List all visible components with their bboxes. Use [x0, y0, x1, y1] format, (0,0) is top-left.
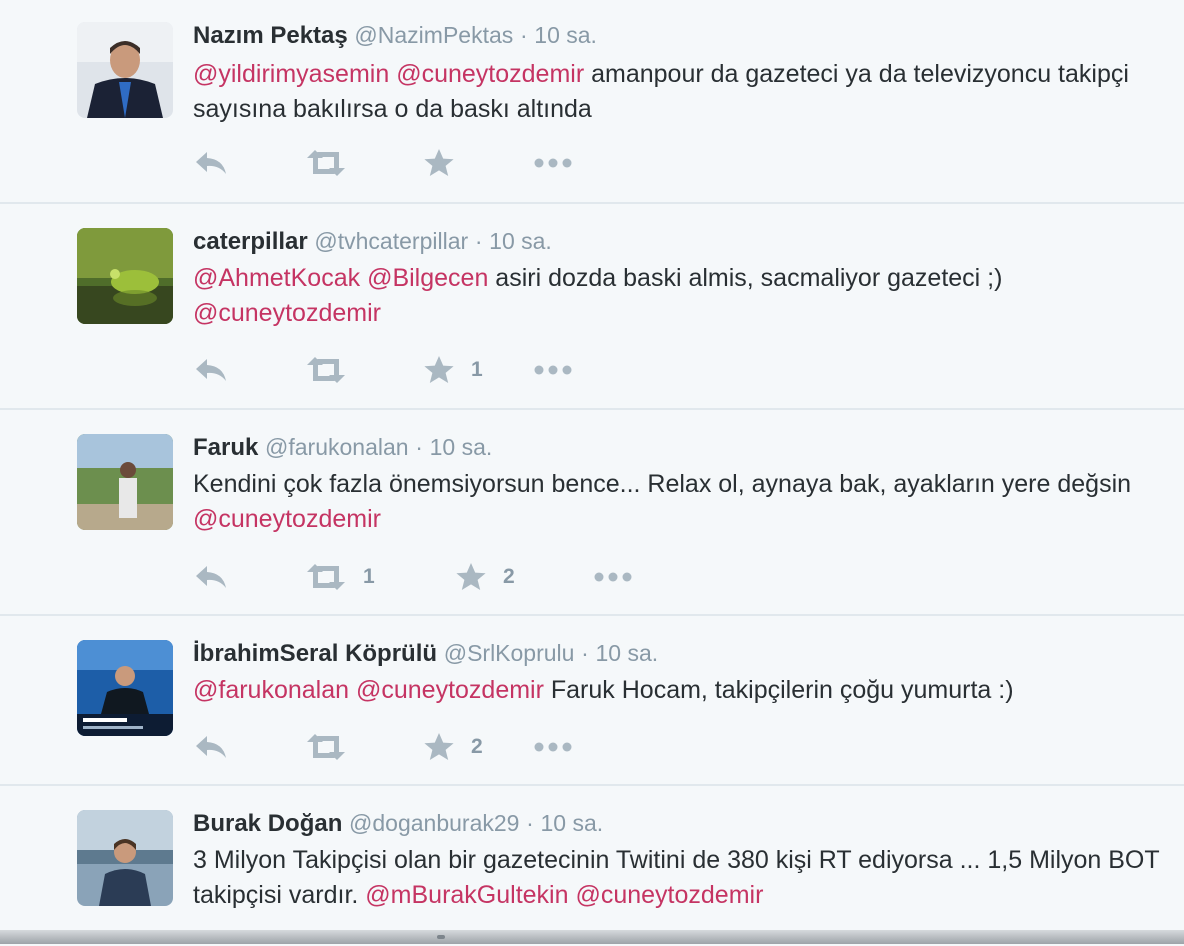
- reply-button[interactable]: [193, 729, 229, 765]
- author-handle[interactable]: @tvhcaterpillar: [314, 228, 468, 254]
- reply-icon: [193, 732, 229, 762]
- tweet[interactable]: caterpillar @tvhcaterpillar · 10 sa. @Ah…: [0, 204, 1184, 410]
- author-handle[interactable]: @SrlKoprulu: [444, 640, 575, 666]
- tweet[interactable]: Nazım Pektaş @NazimPektas · 10 sa. @yild…: [0, 0, 1184, 204]
- retweet-button[interactable]: [305, 145, 347, 181]
- separator: ·: [415, 434, 423, 460]
- tweet-text: Kendini çok fazla önemsiyorsun bence... …: [193, 467, 1168, 537]
- mention-link[interactable]: @mBurakGultekin: [365, 881, 568, 909]
- tweet-time[interactable]: 10 sa.: [534, 22, 597, 48]
- reply-button[interactable]: [193, 559, 229, 595]
- avatar[interactable]: [77, 810, 173, 906]
- retweet-button[interactable]: 1: [305, 559, 375, 595]
- reply-icon: [193, 562, 229, 592]
- tweet-text-segment: Kendini çok fazla önemsiyorsun bence... …: [193, 470, 1132, 498]
- separator: ·: [526, 810, 534, 836]
- more-icon: [533, 732, 573, 762]
- more-button[interactable]: [533, 729, 573, 765]
- more-icon: [533, 148, 573, 178]
- more-button[interactable]: [533, 145, 573, 181]
- reply-button[interactable]: [193, 352, 229, 388]
- retweet-icon: [305, 562, 347, 592]
- more-button[interactable]: [593, 559, 633, 595]
- author-name[interactable]: Burak Doğan: [193, 810, 342, 837]
- retweet-count: 1: [363, 565, 375, 588]
- star-icon: [423, 355, 455, 385]
- like-button[interactable]: [423, 145, 455, 181]
- reply-icon: [193, 355, 229, 385]
- tweet[interactable]: Faruk @farukonalan · 10 sa. Kendini çok …: [0, 410, 1184, 616]
- like-count: 2: [471, 735, 483, 758]
- retweet-icon: [305, 148, 347, 178]
- tweet-time[interactable]: 10 sa.: [430, 434, 493, 460]
- tweet-text: @yildirimyasemin @cuneytozdemir amanpour…: [193, 57, 1168, 127]
- tweet[interactable]: İbrahimSeral Köprülü @SrlKoprulu · 10 sa…: [0, 616, 1184, 786]
- more-icon: [533, 355, 573, 385]
- author-name[interactable]: Nazım Pektaş: [193, 22, 348, 49]
- mention-link[interactable]: @farukonalan: [193, 676, 349, 704]
- like-button[interactable]: 1: [423, 352, 483, 388]
- bottom-bar: [0, 930, 1184, 944]
- tweet[interactable]: Burak Doğan @doganburak29 · 10 sa. 3 Mil…: [0, 786, 1184, 946]
- author-handle[interactable]: @doganburak29: [349, 810, 519, 836]
- retweet-icon: [305, 355, 347, 385]
- tweet-text-segment: Faruk Hocam, takipçilerin çoğu yumurta :…: [543, 676, 1014, 704]
- mention-link[interactable]: @yildirimyasemin: [193, 60, 389, 88]
- mention-link[interactable]: @cuneytozdemir: [193, 505, 381, 533]
- tweet-text-segment: asiri dozda baski almis, sacmaliyor gaze…: [488, 264, 1003, 292]
- avatar[interactable]: [77, 640, 173, 736]
- author-handle[interactable]: @farukonalan: [265, 434, 409, 460]
- more-button[interactable]: [533, 352, 573, 388]
- like-count: 1: [471, 358, 483, 381]
- tweet-actions: 1: [193, 352, 693, 388]
- like-count: 2: [503, 565, 515, 588]
- tweet-text: @farukonalan @cuneytozdemir Faruk Hocam,…: [193, 673, 1168, 708]
- mention-link[interactable]: @Bilgecen: [367, 264, 488, 292]
- reply-button[interactable]: [193, 145, 229, 181]
- tweet-time[interactable]: 10 sa.: [489, 228, 552, 254]
- avatar[interactable]: [77, 434, 173, 530]
- star-icon: [423, 148, 455, 178]
- author-handle[interactable]: @NazimPektas: [354, 22, 513, 48]
- tweet-text: @AhmetKocak @Bilgecen asiri dozda baski …: [193, 261, 1168, 331]
- avatar[interactable]: [77, 228, 173, 324]
- tweet-text: 3 Milyon Takipçisi olan bir gazetecinin …: [193, 843, 1168, 913]
- mention-link[interactable]: @AhmetKocak: [193, 264, 360, 292]
- tweet-text-segment: [349, 676, 356, 704]
- separator: ·: [474, 228, 483, 254]
- mention-link[interactable]: @cuneytozdemir: [396, 60, 584, 88]
- tweet-time[interactable]: 10 sa.: [540, 810, 603, 836]
- retweet-button[interactable]: [305, 352, 347, 388]
- scroll-indicator[interactable]: [437, 935, 445, 939]
- mention-link[interactable]: @cuneytozdemir: [356, 676, 544, 704]
- author-name[interactable]: İbrahimSeral Köprülü: [193, 640, 437, 667]
- tweet-actions: [193, 145, 693, 181]
- retweet-button[interactable]: [305, 729, 347, 765]
- star-icon: [455, 562, 487, 592]
- tweet-time[interactable]: 10 sa.: [595, 640, 658, 666]
- author-name[interactable]: caterpillar: [193, 228, 308, 255]
- mention-link[interactable]: @cuneytozdemir: [575, 881, 763, 909]
- retweet-icon: [305, 732, 347, 762]
- like-button[interactable]: 2: [455, 559, 515, 595]
- tweet-actions: 12: [193, 559, 693, 595]
- separator: ·: [581, 640, 589, 666]
- author-name[interactable]: Faruk: [193, 434, 258, 461]
- more-icon: [593, 562, 633, 592]
- like-button[interactable]: 2: [423, 729, 483, 765]
- separator: ·: [519, 22, 528, 48]
- tweet-actions: 2: [193, 729, 693, 765]
- mention-link[interactable]: @cuneytozdemir: [193, 299, 381, 327]
- reply-icon: [193, 148, 229, 178]
- star-icon: [423, 732, 455, 762]
- avatar[interactable]: [77, 22, 173, 118]
